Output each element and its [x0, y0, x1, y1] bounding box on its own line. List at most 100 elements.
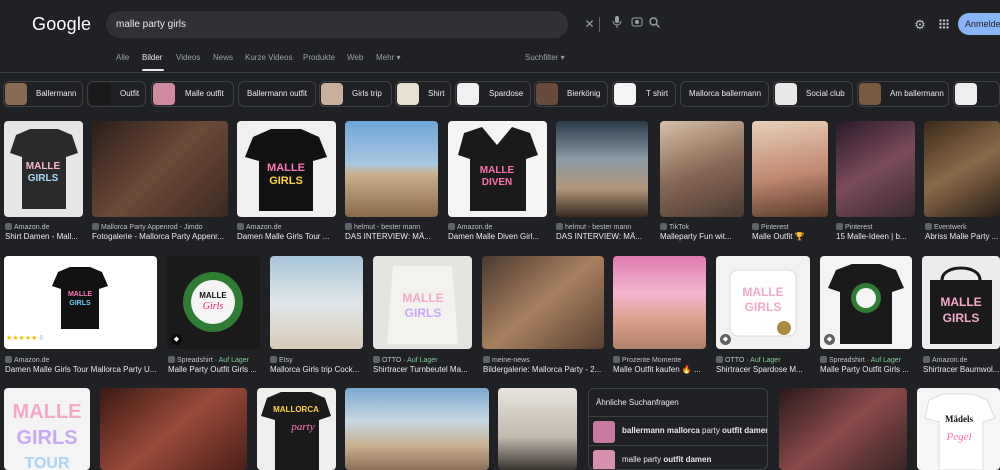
result-thumbnail	[270, 256, 363, 349]
result-image[interactable]: MALLE Girls ◆	[167, 256, 260, 349]
result-source: Amazon.de	[5, 223, 83, 231]
result-thumbnail: MALLORCA party	[257, 388, 336, 470]
result-source: OTTO · Auf Lager	[716, 356, 810, 364]
result-title[interactable]: DAS INTERVIEW: MÄ...	[345, 232, 438, 241]
result-image[interactable]	[556, 121, 648, 217]
result-image[interactable]	[924, 121, 1000, 217]
svg-text:party: party	[290, 421, 314, 433]
result-image[interactable]: MALLORCA party	[257, 388, 336, 470]
result-image[interactable]	[660, 121, 744, 217]
result-title[interactable]: 15 Malle-Ideen | b...	[836, 232, 915, 241]
result-title[interactable]: Mallorca Girls trip Cock...	[270, 365, 363, 374]
result-source: Amazon.de	[5, 356, 158, 364]
related-searches-card: Ähnliche Suchanfragen ballermann mallorc…	[588, 388, 768, 470]
result-source: Spreadshirt · Auf Lager	[168, 356, 260, 364]
result-title[interactable]: Shirtracer Turnbeutel Ma...	[373, 365, 472, 374]
related-search-item[interactable]: malle party outfit damen	[589, 445, 767, 469]
result-title[interactable]: Fotogalerie - Mallorca Party Appenr...	[92, 232, 228, 241]
related-search-item[interactable]: ballermann mallorca party outfit damen	[589, 416, 768, 445]
result-title[interactable]: Abriss Malle Party ...	[925, 232, 1000, 241]
product-rating: ★★★★★ 8	[6, 334, 43, 342]
result-title[interactable]: Shirtracer Baumwol...	[923, 365, 1000, 374]
result-title[interactable]: Malle Outfit kaufen 🔥 ...	[613, 365, 706, 374]
result-image[interactable]	[779, 388, 907, 470]
svg-text:GIRLS: GIRLS	[269, 175, 303, 187]
result-image[interactable]: MALLE GIRLS TOUR	[4, 388, 90, 470]
result-image[interactable]: MALLE GIRLS ◆	[716, 256, 810, 349]
result-title[interactable]: Bildergalerie: Mallorca Party - 2...	[483, 365, 604, 374]
result-image[interactable]: MALLE GIRLS	[373, 256, 472, 349]
result-thumbnail	[752, 121, 828, 217]
product-tag-icon: ◆	[824, 334, 835, 345]
svg-text:MALLE: MALLE	[13, 401, 82, 423]
result-image[interactable]	[92, 121, 228, 217]
result-source: helmut - bester mann	[345, 223, 438, 231]
result-image[interactable]: ◆	[820, 256, 912, 349]
svg-text:GIRLS: GIRLS	[745, 300, 782, 314]
svg-text:MALLE: MALLE	[68, 291, 92, 298]
result-source: helmut - bester mann	[556, 223, 648, 231]
result-title[interactable]: Malle Party Outfit Girls ...	[168, 365, 260, 374]
result-thumbnail: MALLE GIRLS	[373, 256, 472, 349]
result-image[interactable]	[345, 121, 438, 217]
image-results-grid: MALLE GIRLS Amazon.de Shirt Damen - Mall.…	[0, 0, 1000, 470]
result-title[interactable]: Damen Malle Girls Tour Mallorca Party U.…	[5, 365, 158, 374]
result-title[interactable]: DAS INTERVIEW: MÄ...	[556, 232, 648, 241]
result-title[interactable]: Shirtracer Spardose M...	[716, 365, 810, 374]
rating-stars: ★★★★★	[6, 335, 38, 342]
result-image[interactable]: MALLE GIRLS	[922, 256, 1000, 349]
result-thumbnail	[613, 256, 706, 349]
svg-text:GIRLS: GIRLS	[16, 427, 77, 449]
svg-text:GIRLS: GIRLS	[69, 300, 91, 307]
product-tag-icon: ◆	[720, 334, 731, 345]
result-thumbnail: MALLE GIRLS	[716, 256, 810, 349]
result-source: Etsy	[270, 356, 363, 364]
result-thumbnail	[924, 121, 1000, 217]
related-thumbnail	[593, 450, 615, 469]
svg-text:MALLE: MALLE	[26, 161, 61, 172]
result-source: Pinterest	[836, 223, 915, 231]
result-title[interactable]: Damen Malle Diven Girl...	[448, 232, 547, 241]
result-thumbnail	[820, 256, 912, 349]
svg-text:MALLORCA: MALLORCA	[273, 405, 319, 414]
result-thumbnail	[345, 121, 438, 217]
result-image[interactable]	[345, 388, 489, 470]
result-image[interactable]	[836, 121, 915, 217]
result-image[interactable]	[752, 121, 828, 217]
svg-text:GIRLS: GIRLS	[943, 311, 980, 325]
result-image[interactable]	[270, 256, 363, 349]
related-thumbnail	[593, 421, 615, 443]
result-image[interactable]: Mädels Pegel	[917, 388, 1000, 470]
result-thumbnail: Mädels Pegel	[917, 388, 1000, 470]
related-search-label: ballermann mallorca party outfit damen	[622, 426, 768, 435]
svg-text:TOUR: TOUR	[24, 455, 69, 470]
result-thumbnail	[345, 388, 489, 470]
rating-count: 8	[39, 335, 44, 342]
result-source: OTTO · Auf Lager	[373, 356, 472, 364]
result-image[interactable]	[613, 256, 706, 349]
result-image[interactable]	[100, 388, 247, 470]
result-image[interactable]	[498, 388, 577, 470]
svg-text:MALLE: MALLE	[199, 291, 227, 300]
svg-text:MALLE: MALLE	[267, 162, 305, 174]
result-title[interactable]: Damen Malle Girls Tour ...	[237, 232, 336, 241]
product-tag-icon: ◆	[171, 334, 182, 345]
result-title[interactable]: Malle Party Outfit Girls ...	[820, 365, 912, 374]
result-thumbnail: MALLE GIRLS	[4, 121, 83, 217]
result-source: Amazon.de	[448, 223, 547, 231]
result-image[interactable]: MALLE GIRLS	[4, 121, 83, 217]
result-image[interactable]: MALLE DIVEN	[448, 121, 547, 217]
result-image[interactable]	[482, 256, 604, 349]
svg-text:MALLE: MALLE	[940, 295, 981, 309]
result-image[interactable]: MALLE GIRLS	[237, 121, 336, 217]
result-title[interactable]: Shirt Damen - Mall...	[5, 232, 83, 241]
result-title[interactable]: Malleparty Fun wit...	[660, 232, 744, 241]
svg-text:GIRLS: GIRLS	[28, 173, 59, 184]
result-thumbnail	[779, 388, 907, 470]
result-thumbnail	[482, 256, 604, 349]
result-thumbnail: MALLE Girls	[167, 256, 260, 349]
svg-text:GIRLS: GIRLS	[405, 306, 442, 320]
result-thumbnail: MALLE GIRLS	[237, 121, 336, 217]
result-title[interactable]: Malle Outfit 🏆	[752, 232, 828, 241]
result-thumbnail	[660, 121, 744, 217]
